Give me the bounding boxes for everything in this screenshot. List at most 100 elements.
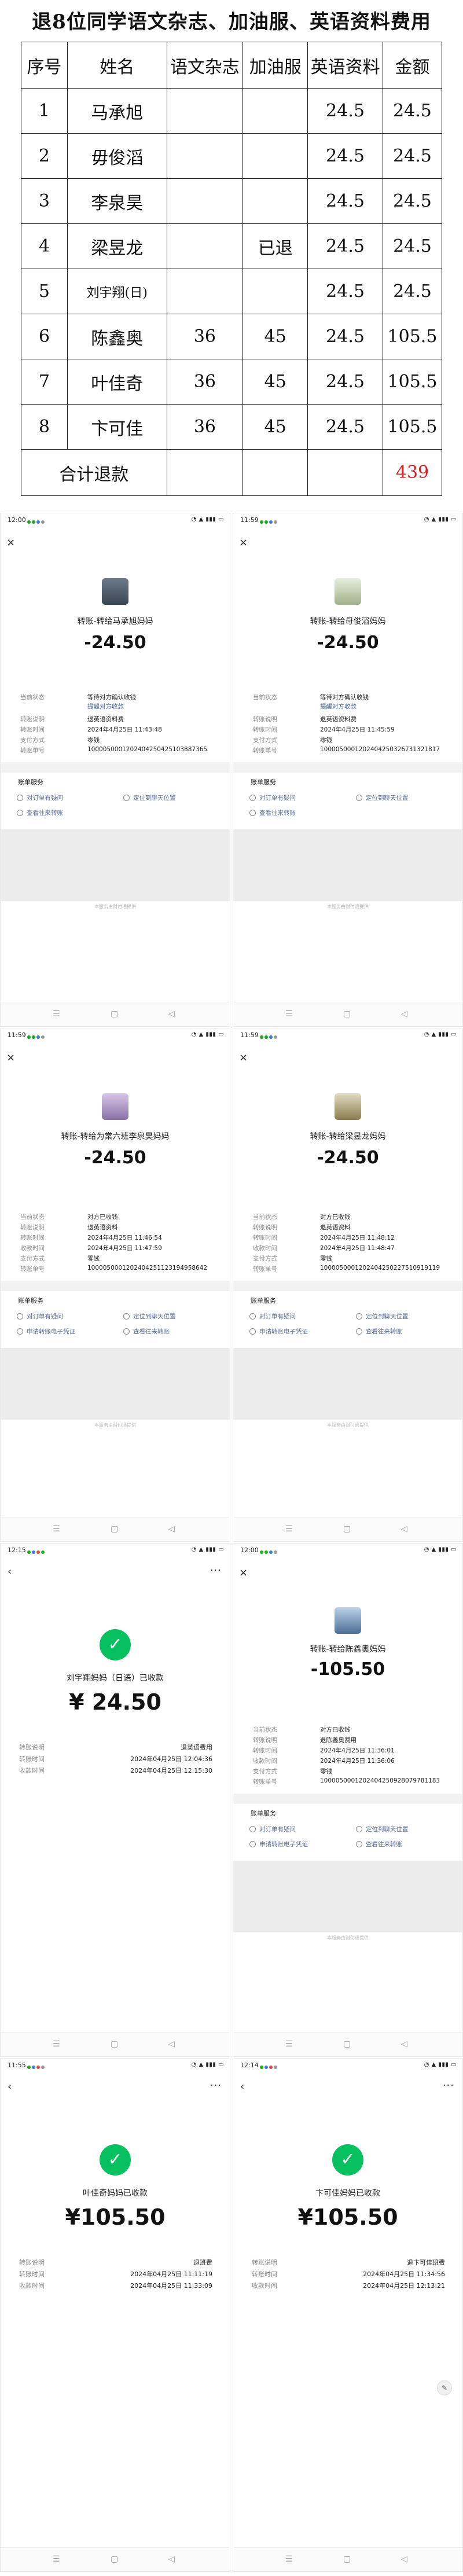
more-icon[interactable]: ···	[210, 1564, 222, 1577]
status-time: 12:14	[240, 2061, 259, 2069]
detail-row: 收款时间 2024年04月25日 12:13:21	[252, 2282, 445, 2290]
menu-nav-icon[interactable]: ☰	[285, 2040, 293, 2049]
view-transfers-link[interactable]: 查看往来转账	[249, 809, 296, 817]
avatar	[102, 1093, 128, 1120]
menu-nav-icon[interactable]: ☰	[285, 1009, 293, 1019]
view-transfers-link[interactable]: 查看往来转账	[123, 1327, 170, 1336]
ad-area	[233, 1348, 462, 1420]
close-icon[interactable]: ×	[6, 536, 15, 549]
row-index-cell: 2	[21, 133, 68, 179]
col-header-english-material: 英语资料	[307, 42, 383, 89]
close-icon[interactable]: ×	[239, 536, 248, 549]
detail-row: 转账说明 退英语资料	[253, 1224, 351, 1231]
status-time: 12:15	[8, 1546, 26, 1554]
question-order-link[interactable]: 对订单有疑问	[17, 793, 63, 802]
transfer-title: 转账-转给马承旭妈妈	[77, 617, 153, 626]
locate-chat-link[interactable]: 定位到聊天位置	[356, 1312, 409, 1321]
question-icon	[249, 1313, 256, 1320]
locate-chat-link[interactable]: 定位到聊天位置	[123, 1312, 176, 1321]
service-header: 账单服务	[251, 778, 276, 786]
back-nav-icon[interactable]: ◁	[401, 2040, 407, 2049]
status-bar: 12:14 ◔ ▲ ▮▮▮ ▭	[233, 2059, 462, 2071]
success-check-icon: ✓	[100, 1629, 131, 1660]
home-nav-icon[interactable]: ▢	[111, 1009, 118, 1019]
menu-nav-icon[interactable]: ☰	[53, 1524, 60, 1534]
menu-nav-icon[interactable]: ☰	[285, 1524, 293, 1534]
remind-payee-link[interactable]: 提醒对方收款	[253, 702, 455, 710]
notification-icons	[27, 2063, 46, 2071]
total-empty-cell	[242, 449, 308, 496]
transfer-amount: -24.50	[84, 633, 146, 653]
divider	[1, 1281, 230, 1291]
back-icon[interactable]: ‹	[240, 2081, 244, 2093]
status-time: 11:59	[240, 516, 259, 524]
notification-icons	[260, 2063, 278, 2071]
back-nav-icon[interactable]: ◁	[401, 2555, 407, 2564]
back-nav-icon[interactable]: ◁	[168, 1524, 175, 1534]
locate-chat-link[interactable]: 定位到聊天位置	[123, 793, 176, 802]
table-row: 7 叶佳奇 36 45 24.5 105.5	[21, 359, 442, 405]
back-icon[interactable]: ‹	[8, 2081, 12, 2093]
screenshot-receipt-ye: 11:55 ◔ ▲ ▮▮▮ ▭ ‹ ··· ✓ 叶佳奇妈妈已收款 ¥105.50…	[0, 2058, 230, 2572]
edit-icon[interactable]: ✎	[437, 2380, 452, 2395]
request-voucher-link[interactable]: 申请转账电子凭证	[249, 1327, 308, 1336]
close-icon[interactable]: ×	[239, 1567, 248, 1579]
detail-row: 转账单号 1000050001202404250425103887365	[20, 746, 208, 754]
locate-chat-link[interactable]: 定位到聊天位置	[356, 1825, 409, 1833]
system-nav-bar: ☰ ▢ ◁	[233, 1517, 462, 1541]
avatar	[335, 1093, 361, 1120]
back-icon[interactable]: ‹	[8, 1566, 12, 1578]
status-bar: 12:15 ◔ ▲ ▮▮▮ ▭	[1, 1544, 230, 1556]
detail-row: 转账时间 2024年4月25日 11:36:01	[253, 1747, 395, 1754]
history-icon	[356, 1328, 362, 1335]
remind-payee-link[interactable]: 提醒对方收款	[20, 702, 223, 710]
transfer-amount: -24.50	[84, 1148, 146, 1168]
view-transfers-link[interactable]: 查看往来转账	[356, 1327, 402, 1336]
divider	[1, 762, 230, 773]
home-nav-icon[interactable]: ▢	[111, 1524, 118, 1534]
request-voucher-link[interactable]: 申请转账电子凭证	[249, 1840, 308, 1849]
menu-nav-icon[interactable]: ☰	[285, 2555, 293, 2564]
col-header-cheer-shirt: 加油服	[242, 42, 308, 89]
view-transfers-link[interactable]: 查看往来转账	[17, 809, 63, 817]
home-nav-icon[interactable]: ▢	[343, 2555, 351, 2564]
back-nav-icon[interactable]: ◁	[401, 1009, 407, 1019]
locate-chat-link[interactable]: 定位到聊天位置	[356, 793, 409, 802]
detail-row: 转账单号 1000050001202404250928079781183	[253, 1777, 440, 1785]
back-nav-icon[interactable]: ◁	[168, 2040, 175, 2049]
status-bar: 11:55 ◔ ▲ ▮▮▮ ▭	[1, 2059, 230, 2071]
back-nav-icon[interactable]: ◁	[168, 1009, 175, 1019]
question-order-link[interactable]: 对订单有疑问	[249, 1825, 296, 1833]
home-nav-icon[interactable]: ▢	[111, 2040, 118, 2049]
home-nav-icon[interactable]: ▢	[343, 1009, 351, 1019]
status-bar: 11:59 ◔ ▲ ▮▮▮ ▭	[233, 1028, 462, 1041]
notification-icons	[260, 518, 278, 526]
home-nav-icon[interactable]: ▢	[343, 1524, 351, 1534]
question-order-link[interactable]: 对订单有疑问	[17, 1312, 63, 1321]
row-amount-cell: 105.5	[383, 359, 442, 405]
back-nav-icon[interactable]: ◁	[401, 1524, 407, 1534]
question-order-link[interactable]: 对订单有疑问	[249, 793, 296, 802]
request-voucher-link[interactable]: 申请转账电子凭证	[17, 1327, 75, 1336]
screenshot-transfer-mu: 11:59 ◔ ▲ ▮▮▮ ▭ × 转账-转给母俊滔妈妈 -24.50 当前状态…	[233, 513, 463, 1027]
detail-row: 收款时间 2024年4月25日 11:36:06	[253, 1758, 395, 1765]
home-nav-icon[interactable]: ▢	[343, 2040, 351, 2049]
close-icon[interactable]: ×	[6, 1052, 15, 1064]
ad-area	[233, 1861, 462, 1932]
menu-nav-icon[interactable]: ☰	[53, 2040, 60, 2049]
menu-nav-icon[interactable]: ☰	[53, 2555, 60, 2564]
row-magazine-cell	[166, 269, 244, 314]
row-amount-cell: 24.5	[383, 223, 442, 269]
more-icon[interactable]: ···	[210, 2079, 222, 2092]
close-icon[interactable]: ×	[239, 1052, 248, 1064]
row-cheer-shirt-cell: 45	[242, 359, 308, 405]
more-icon[interactable]: ···	[443, 2079, 454, 2092]
avatar	[335, 1607, 361, 1634]
view-transfers-link[interactable]: 查看往来转账	[356, 1840, 402, 1849]
menu-nav-icon[interactable]: ☰	[53, 1009, 60, 1019]
signal-battery-icon: ◔ ▲ ▮▮▮ ▭	[424, 516, 457, 523]
status-bar: 11:59 ◔ ▲ ▮▮▮ ▭	[233, 513, 462, 526]
home-nav-icon[interactable]: ▢	[111, 2555, 118, 2564]
question-order-link[interactable]: 对订单有疑问	[249, 1312, 296, 1321]
back-nav-icon[interactable]: ◁	[168, 2555, 175, 2564]
